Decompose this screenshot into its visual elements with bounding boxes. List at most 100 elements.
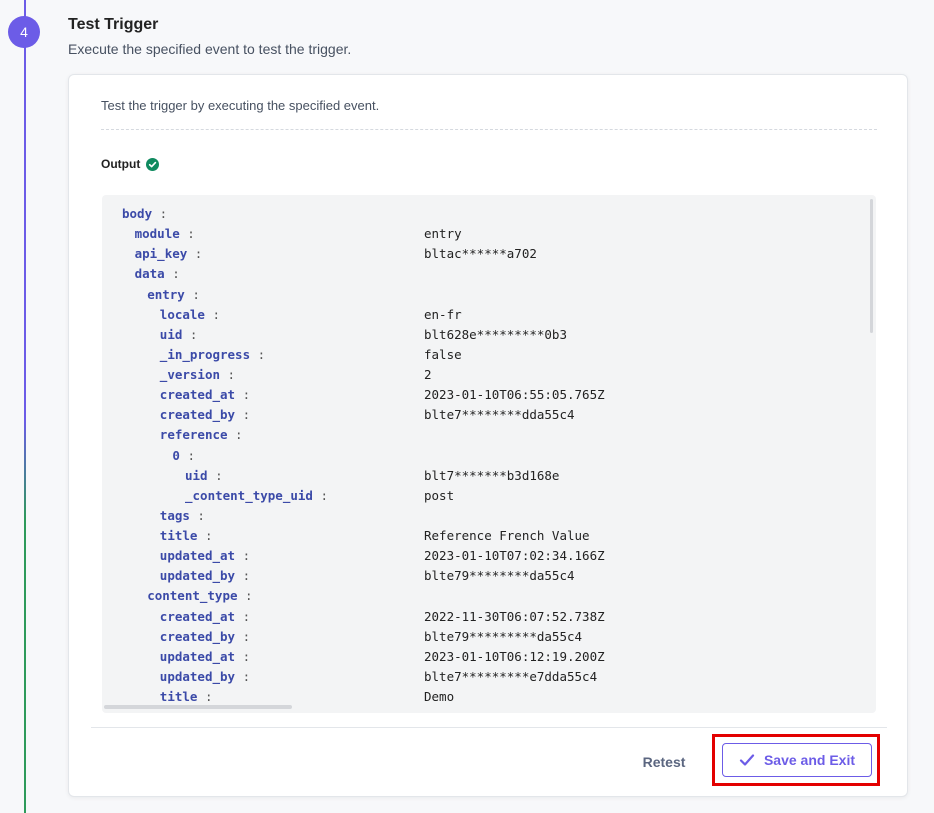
output-colon: :	[184, 286, 200, 302]
output-value: blt628e*********0b3	[424, 326, 567, 342]
output-colon: :	[235, 648, 251, 664]
output-line: _version : 2	[122, 365, 862, 385]
output-line: locale : en-fr	[122, 305, 862, 325]
output-value: post	[424, 487, 455, 503]
output-key: title	[159, 689, 198, 704]
footer-divider	[91, 727, 887, 728]
output-line: body :	[122, 204, 862, 224]
retest-button[interactable]: Retest	[629, 748, 699, 776]
step-timeline	[24, 0, 26, 813]
output-line: updated_by : blte7*********e7dda55c4	[122, 667, 862, 687]
vertical-scrollbar[interactable]	[870, 199, 873, 333]
output-value: 2022-11-30T06:07:52.738Z	[424, 608, 605, 624]
output-line: tags :	[122, 506, 862, 526]
output-colon: :	[235, 387, 251, 403]
output-line: content_type :	[122, 586, 862, 606]
output-line: created_by : blte79*********da55c4	[122, 627, 862, 647]
output-line: api_key : bltac******a702	[122, 244, 862, 264]
step-title: Test Trigger	[68, 16, 159, 33]
output-colon: :	[235, 608, 251, 624]
output-colon: :	[235, 628, 251, 644]
save-button-label: Save and Exit	[763, 752, 856, 768]
output-line: _content_type_uid : post	[122, 486, 862, 506]
card-description: Test the trigger by executing the specif…	[101, 98, 380, 113]
output-key: created_by	[159, 407, 236, 423]
output-colon: :	[235, 668, 251, 684]
output-key: module	[134, 226, 180, 242]
save-and-exit-button[interactable]: Save and Exit	[722, 743, 872, 777]
output-value: 2023-01-10T06:55:05.765Z	[424, 387, 605, 403]
output-key: locale	[159, 306, 205, 322]
output-key: uid	[159, 326, 183, 342]
output-key: _content_type_uid	[185, 487, 313, 503]
step-description: Execute the specified event to test the …	[68, 41, 352, 57]
output-line: uid : blt7*******b3d168e	[122, 466, 862, 486]
output-line: created_by : blte7********dda55c4	[122, 405, 862, 425]
test-trigger-card: Test the trigger by executing the specif…	[68, 74, 908, 797]
output-value: Demo	[424, 689, 455, 704]
output-colon: :	[179, 226, 195, 242]
output-value: bltac******a702	[424, 246, 537, 262]
output-key: _in_progress	[159, 346, 251, 362]
output-colon: :	[220, 367, 236, 382]
output-value: blte7********dda55c4	[424, 407, 575, 423]
output-line: updated_by : blte79********da55c4	[122, 566, 862, 586]
output-value: entry	[424, 226, 462, 242]
output-colon: :	[204, 306, 221, 322]
output-line: _in_progress : false	[122, 345, 862, 365]
output-key: 0	[172, 447, 180, 463]
output-colon: :	[235, 568, 251, 584]
output-value: blte7*********e7dda55c4	[424, 668, 598, 684]
output-key: content_type	[147, 588, 238, 604]
checkmark-icon	[739, 754, 755, 766]
output-value: blte79*********da55c4	[424, 628, 583, 644]
output-key: updated_by	[159, 668, 236, 684]
output-key: api_key	[134, 246, 188, 262]
output-colon: :	[152, 206, 168, 221]
output-key: title	[159, 528, 198, 543]
output-line: created_at : 2023-01-10T06:55:05.765Z	[122, 385, 862, 405]
output-key: body	[122, 206, 153, 221]
output-colon: :	[207, 467, 223, 483]
output-key: tags	[159, 507, 190, 523]
output-value: 2023-01-10T07:02:34.166Z	[424, 548, 605, 564]
output-line: created_at : 2022-11-30T06:07:52.738Z	[122, 607, 862, 627]
output-key: updated_at	[159, 648, 236, 664]
output-colon: :	[235, 548, 251, 564]
output-colon: :	[197, 689, 213, 704]
output-label-text: Output	[101, 157, 141, 171]
output-colon: :	[227, 427, 243, 443]
output-colon: :	[187, 246, 203, 262]
output-line: module : entry	[122, 224, 862, 244]
output-colon: :	[250, 346, 266, 362]
output-line: updated_at : 2023-01-10T06:12:19.200Z	[122, 647, 862, 667]
page: 4 Test Trigger Execute the specified eve…	[0, 0, 934, 813]
output-key: created_by	[159, 628, 236, 644]
output-line: title : Reference French Value	[122, 526, 862, 546]
output-key: uid	[185, 467, 208, 483]
output-value: blte79********da55c4	[424, 568, 575, 584]
output-colon: :	[312, 487, 328, 503]
output-code-viewer[interactable]: body : module : entry api_key : bltac******a…	[102, 195, 876, 713]
output-key: updated_at	[159, 548, 236, 564]
output-line: 0 :	[122, 446, 862, 466]
output-key: created_at	[159, 387, 236, 403]
output-lines: body : module : entry api_key : bltac******a…	[122, 204, 862, 707]
output-colon: :	[182, 326, 198, 342]
output-line: updated_at : 2023-01-10T07:02:34.166Z	[122, 546, 862, 566]
output-line: entry :	[122, 285, 862, 305]
output-colon: :	[189, 507, 205, 523]
output-key: entry	[147, 286, 185, 302]
output-key: reference	[159, 427, 228, 443]
output-key: _version	[159, 367, 221, 382]
output-value: 2023-01-10T06:12:19.200Z	[424, 648, 605, 664]
output-value: false	[424, 346, 462, 362]
output-colon: :	[164, 266, 180, 282]
output-value: blt7*******b3d168e	[424, 467, 560, 483]
output-value: Reference French Value	[424, 528, 590, 543]
output-value: en-fr	[424, 306, 462, 322]
output-key: data	[134, 266, 165, 282]
output-colon: :	[197, 528, 213, 543]
horizontal-scrollbar[interactable]	[104, 705, 292, 709]
output-line: uid : blt628e*********0b3	[122, 325, 862, 345]
